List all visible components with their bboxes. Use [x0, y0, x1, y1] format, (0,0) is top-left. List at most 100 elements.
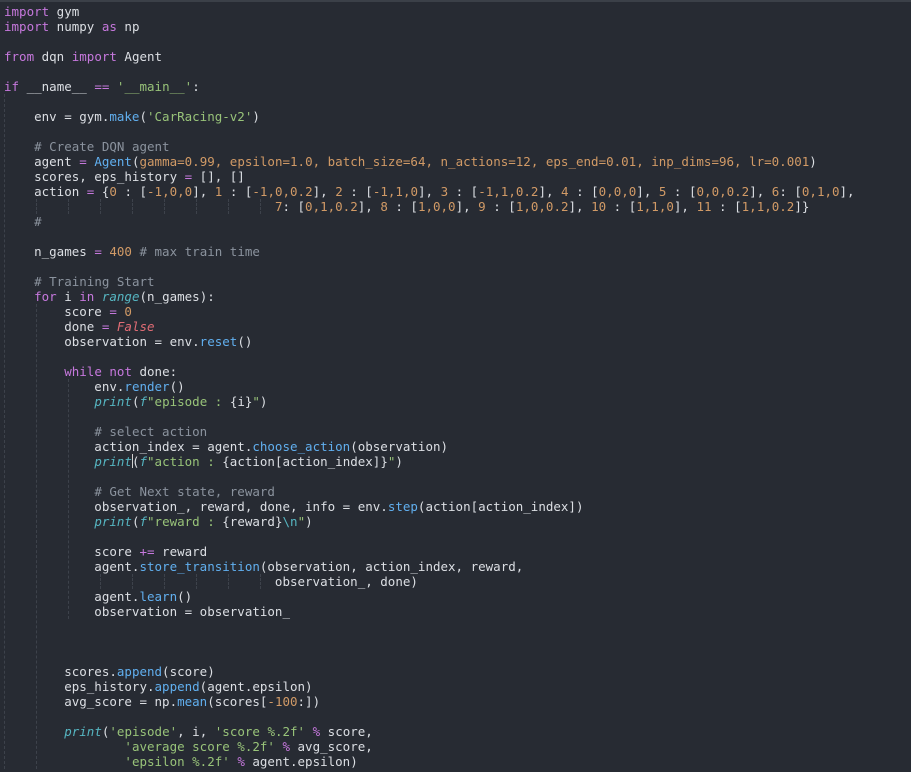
code-token: render: [124, 379, 170, 394]
code-line[interactable]: score += reward: [4, 544, 207, 559]
code-line[interactable]: n_games = 400 # max train time: [4, 244, 260, 259]
code-token: 0,1,0: [801, 184, 840, 199]
code-line[interactable]: action = {0 : [-1,0,0], 1 : [-1,0,0.2], …: [4, 184, 855, 199]
code-token: ],: [418, 184, 441, 199]
code-line[interactable]: agent.learn(): [4, 589, 192, 604]
code-token: 0,1,0.2: [305, 199, 358, 214]
code-line[interactable]: print('episode', i, 'score %.2f' % score…: [4, 724, 373, 739]
code-token: ): [305, 514, 313, 529]
code-token: # Get Next state, reward: [94, 484, 275, 499]
code-line[interactable]: eps_history.append(agent.epsilon): [4, 679, 312, 694]
code-line[interactable]: # Create DQN agent: [4, 139, 169, 154]
code-token: : [: [606, 199, 637, 214]
code-token: (: [139, 109, 147, 124]
code-token: if: [4, 79, 20, 94]
code-token: agent: [4, 154, 80, 169]
code-token: 1,1,0: [636, 199, 674, 214]
code-token: append: [116, 664, 163, 679]
code-token: -1,1,0.2: [478, 184, 539, 199]
code-token: ": [297, 514, 306, 529]
code-token: (score): [162, 664, 215, 679]
code-token: =: [94, 244, 102, 259]
code-line[interactable]: import numpy as np: [4, 19, 139, 34]
code-token: : [: [779, 184, 802, 199]
code-line[interactable]: print(f"reward : {reward}\n"): [4, 514, 313, 529]
code-token: (observation, action_index, reward,: [259, 559, 524, 574]
code-token: observation = observation_: [4, 604, 290, 619]
code-token: observation_, done): [4, 574, 418, 589]
code-line[interactable]: if __name__ == '__main__':: [4, 79, 200, 94]
code-token: -1,0,0.2: [252, 184, 313, 199]
code-token: print: [94, 394, 132, 409]
code-line[interactable]: # select action: [4, 424, 207, 439]
code-token: 9: [478, 199, 486, 214]
code-token: : [: [711, 199, 742, 214]
code-token: range: [101, 289, 140, 304]
code-line[interactable]: #: [4, 214, 42, 229]
code-token: -1,1,0: [372, 184, 418, 199]
code-line[interactable]: observation_, done): [4, 574, 418, 589]
code-token: ],: [192, 184, 215, 199]
code-line[interactable]: score = 0: [4, 304, 132, 319]
code-line[interactable]: 7: [0,1,0.2], 8 : [1,0,0], 9 : [1,0,0.2]…: [4, 199, 809, 214]
code-line[interactable]: print(f"action : {action[action_index]}"…: [4, 454, 403, 469]
code-line[interactable]: while not done:: [4, 364, 177, 379]
code-line[interactable]: agent.store_transition(observation, acti…: [4, 559, 523, 574]
code-token: ],: [636, 184, 659, 199]
code-token: f: [139, 454, 148, 469]
code-token: : [: [448, 184, 479, 199]
code-token: score: [4, 304, 110, 319]
code-line[interactable]: observation_, reward, done, info = env.s…: [4, 499, 583, 514]
code-line[interactable]: 'epsilon %.2f' % agent.epsilon): [4, 754, 358, 769]
code-token: =: [79, 154, 87, 169]
code-line[interactable]: done = False: [4, 319, 154, 334]
code-token: ],: [455, 199, 479, 214]
code-token: append: [154, 679, 200, 694]
code-token: (): [169, 379, 185, 394]
code-token: agent.epsilon): [244, 754, 358, 769]
code-line[interactable]: env.render(): [4, 379, 185, 394]
code-line[interactable]: 'average score %.2f' % avg_score,: [4, 739, 372, 754]
code-token: i: [56, 289, 80, 304]
code-token: env = gym.: [4, 109, 110, 124]
code-line[interactable]: # Get Next state, reward: [4, 484, 275, 499]
code-line[interactable]: action_index = agent.choose_action(obser…: [4, 439, 448, 454]
code-token: (n_games):: [139, 289, 215, 304]
code-line[interactable]: from dqn import Agent: [4, 49, 162, 64]
code-line[interactable]: scores.append(score): [4, 664, 215, 679]
code-token: #: [34, 214, 42, 229]
code-line[interactable]: observation = observation_: [4, 604, 290, 619]
code-token: 400: [109, 244, 132, 259]
code-line[interactable]: agent = Agent(gamma=0.99, epsilon=1.0, b…: [4, 154, 817, 169]
code-token: :: [192, 79, 200, 94]
code-line[interactable]: scores, eps_history = [], []: [4, 169, 245, 184]
code-token: -100: [267, 694, 298, 709]
code-token: learn: [139, 589, 178, 604]
code-line[interactable]: # Training Start: [4, 274, 154, 289]
code-token: ],: [357, 199, 381, 214]
code-token: {: [94, 184, 110, 199]
code-line[interactable]: env = gym.make('CarRacing-v2'): [4, 109, 260, 124]
code-editor[interactable]: import gym import numpy as np from dqn imp…: [0, 0, 911, 772]
code-token: 2: [335, 184, 343, 199]
code-line[interactable]: observation = env.reset(): [4, 334, 252, 349]
code-token: (scores[: [207, 694, 268, 709]
code-token: "episode :: [147, 394, 230, 409]
code-token: 'epsilon %.2f': [124, 754, 230, 769]
code-line[interactable]: avg_score = np.mean(scores[-100:]): [4, 694, 320, 709]
code-token: print: [64, 724, 102, 739]
code-token: observation_, reward, done, info = env.: [4, 499, 388, 514]
code-line[interactable]: print(f"episode : {i}"): [4, 394, 267, 409]
code-token: 8: [380, 199, 388, 214]
code-line[interactable]: import gym: [4, 4, 79, 19]
code-token: -1,0,0: [147, 184, 193, 199]
code-line[interactable]: for i in range(n_games):: [4, 289, 215, 304]
code-token: {i}: [229, 394, 253, 409]
code-token: env.: [4, 379, 125, 394]
